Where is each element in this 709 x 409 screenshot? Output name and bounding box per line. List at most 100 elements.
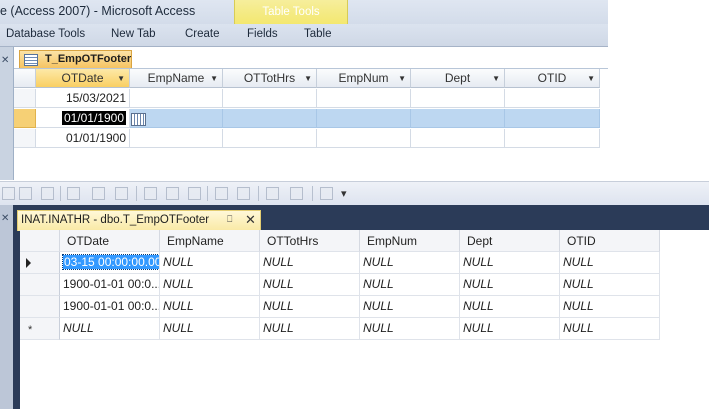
tab-database-tools[interactable]: Database Tools [6, 28, 85, 40]
cell-otid[interactable] [505, 89, 600, 108]
calendar-icon[interactable] [131, 113, 146, 126]
cell-empname[interactable]: NULL [160, 274, 260, 296]
cell-empname[interactable]: NULL [160, 252, 260, 274]
cell-ottothrs[interactable] [223, 89, 317, 108]
cell-dept[interactable]: NULL [460, 296, 560, 318]
cell-empnum[interactable]: NULL [360, 296, 460, 318]
tab-table[interactable]: Table [304, 28, 332, 40]
column-header-ottothrs[interactable]: OTTotHrs ▼ [223, 69, 317, 88]
cell-otdate-editing[interactable]: 01/01/1900 [36, 109, 130, 128]
cell-otid[interactable]: NULL [560, 296, 660, 318]
add-new-derived-table-icon[interactable] [266, 187, 279, 200]
cell-empname[interactable] [130, 129, 223, 148]
cell-otdate[interactable]: 01/01/1900 [36, 129, 130, 148]
show-sql-pane-icon[interactable] [41, 187, 54, 200]
column-header-empnum[interactable]: EmpNum [360, 230, 460, 252]
sort-descending-icon[interactable] [237, 187, 250, 200]
cell-empnum[interactable] [317, 89, 411, 108]
results-row[interactable]: 1900-01-01 00:0... NULL NULL NULL NULL N… [20, 274, 709, 296]
close-icon[interactable]: ✕ [1, 213, 9, 224]
tab-fields[interactable]: Fields [247, 28, 278, 40]
column-header-dept[interactable]: Dept [460, 230, 560, 252]
row-header[interactable] [20, 296, 60, 318]
cell-empname[interactable] [130, 89, 223, 108]
dropdown-arrow-icon[interactable]: ▼ [398, 69, 406, 87]
column-header-ottothrs[interactable]: OTTotHrs [260, 230, 360, 252]
document-tab-inat-inathr[interactable]: INAT.INATHR - dbo.T_EmpOTFooter ⎕ ✕ [17, 210, 261, 231]
cell-empnum[interactable]: NULL [360, 252, 460, 274]
cell-otid[interactable] [505, 109, 600, 128]
cell-dept[interactable]: NULL [460, 318, 560, 340]
record-selector[interactable] [14, 129, 36, 148]
group-by-icon[interactable] [166, 187, 179, 200]
close-icon[interactable]: ✕ [1, 55, 9, 66]
remove-filter-icon[interactable] [290, 187, 303, 200]
show-criteria-pane-icon[interactable] [19, 187, 32, 200]
datasheet-row[interactable]: 01/01/1900 [14, 129, 608, 149]
cell-empname[interactable]: NULL [160, 318, 260, 340]
column-header-otdate[interactable]: OTDate ▼ [36, 69, 130, 88]
cell-otid[interactable] [505, 129, 600, 148]
column-header-otid[interactable]: OTID ▼ [505, 69, 600, 88]
record-selector[interactable] [14, 109, 36, 128]
document-tab-t-empotfooter[interactable]: T_EmpOTFooter [19, 50, 132, 69]
toolbar-overflow-icon[interactable]: ▾ [341, 187, 347, 200]
cell-ottothrs[interactable]: NULL [260, 252, 360, 274]
cell-otid[interactable]: NULL [560, 252, 660, 274]
datasheet-row-selected[interactable]: 01/01/1900 [14, 109, 608, 129]
cell-otdate[interactable]: 1900-01-01 00:0... [60, 274, 160, 296]
cell-empnum[interactable] [317, 129, 411, 148]
row-header[interactable] [20, 252, 60, 274]
show-results-pane-icon[interactable] [67, 187, 80, 200]
cell-ottothrs[interactable]: NULL [260, 318, 360, 340]
results-new-row[interactable]: * NULL NULL NULL NULL NULL NULL [20, 318, 709, 340]
add-table-icon[interactable] [188, 187, 201, 200]
cell-ottothrs[interactable]: NULL [260, 274, 360, 296]
cell-otid[interactable]: NULL [560, 318, 660, 340]
cell-empname[interactable]: NULL [160, 296, 260, 318]
cell-otdate[interactable]: NULL [60, 318, 160, 340]
cell-otdate[interactable]: 03-15 00:00:00.000 [60, 252, 160, 274]
column-header-otid[interactable]: OTID [560, 230, 660, 252]
cell-empname[interactable] [130, 109, 223, 128]
cell-dept[interactable] [411, 89, 505, 108]
column-header-empnum[interactable]: EmpNum ▼ [317, 69, 411, 88]
column-header-empname[interactable]: EmpName ▼ [130, 69, 223, 88]
row-header[interactable] [20, 274, 60, 296]
object-explorer-collapsed[interactable]: ✕ [0, 205, 13, 409]
tab-new-tab[interactable]: New Tab [111, 28, 156, 40]
verify-sql-icon[interactable] [144, 187, 157, 200]
tab-create[interactable]: Create [185, 28, 220, 40]
cell-empnum[interactable]: NULL [360, 274, 460, 296]
cell-dept[interactable]: NULL [460, 252, 560, 274]
cell-empnum[interactable]: NULL [360, 318, 460, 340]
close-tab-icon[interactable]: ✕ [245, 212, 256, 228]
row-header[interactable]: * [20, 318, 60, 340]
dropdown-arrow-icon[interactable]: ▼ [304, 69, 312, 87]
select-all-corner[interactable] [14, 69, 36, 88]
dropdown-arrow-icon[interactable]: ▼ [117, 69, 125, 87]
datasheet-row[interactable]: 15/03/2021 [14, 89, 608, 109]
cell-dept[interactable]: NULL [460, 274, 560, 296]
cell-otid[interactable]: NULL [560, 274, 660, 296]
cell-ottothrs[interactable] [223, 129, 317, 148]
column-header-dept[interactable]: Dept ▼ [411, 69, 505, 88]
query-options-icon[interactable] [320, 187, 333, 200]
cell-dept[interactable] [411, 129, 505, 148]
change-type-icon[interactable] [92, 187, 105, 200]
cell-dept[interactable] [411, 109, 505, 128]
cell-empnum[interactable] [317, 109, 411, 128]
pin-icon[interactable]: ⎕ [227, 214, 232, 225]
cell-ottothrs[interactable] [223, 109, 317, 128]
execute-sql-icon[interactable] [115, 187, 128, 200]
column-header-otdate[interactable]: OTDate [60, 230, 160, 252]
dropdown-arrow-icon[interactable]: ▼ [587, 69, 595, 87]
results-row-current[interactable]: 03-15 00:00:00.000 NULL NULL NULL NULL N… [20, 252, 709, 274]
cell-ottothrs[interactable]: NULL [260, 296, 360, 318]
cell-otdate[interactable]: 1900-01-01 00:0... [60, 296, 160, 318]
column-header-empname[interactable]: EmpName [160, 230, 260, 252]
show-diagram-pane-icon[interactable] [2, 187, 15, 200]
dropdown-arrow-icon[interactable]: ▼ [492, 69, 500, 87]
sort-ascending-icon[interactable] [215, 187, 228, 200]
results-row[interactable]: 1900-01-01 00:0... NULL NULL NULL NULL N… [20, 296, 709, 318]
